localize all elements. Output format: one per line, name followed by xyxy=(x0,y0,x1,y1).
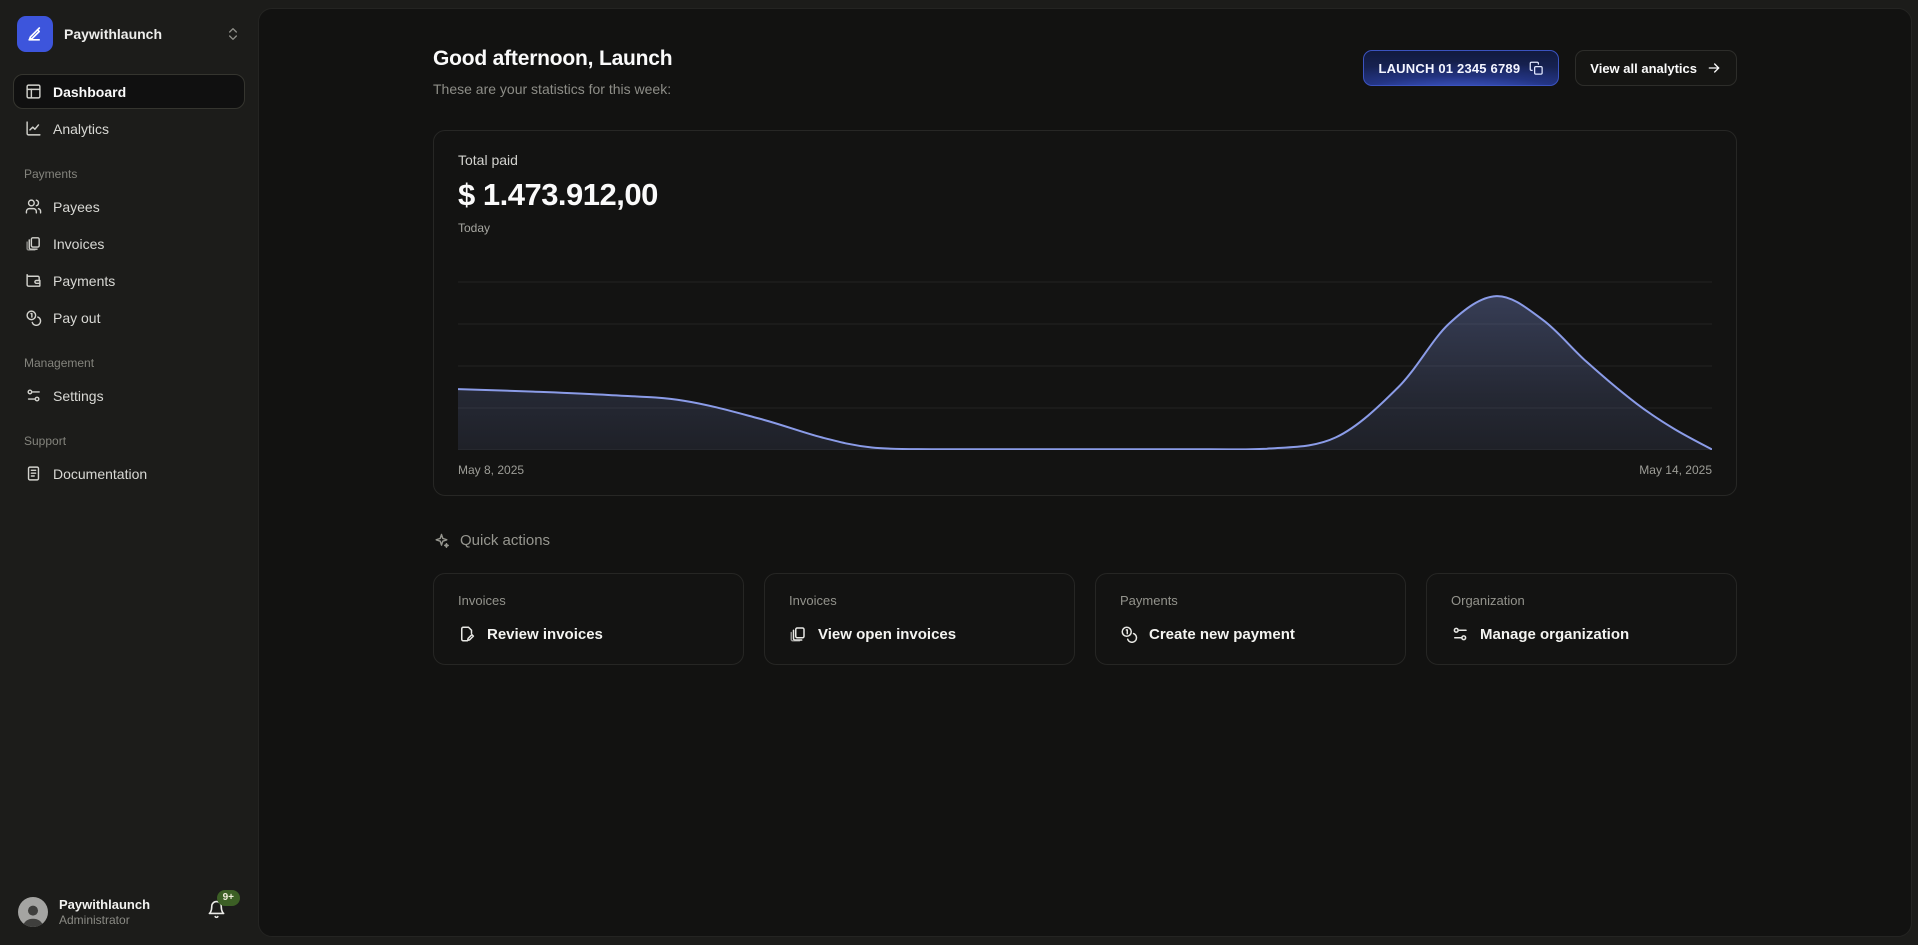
file-pen-icon xyxy=(458,625,476,643)
chart-date-axis: May 8, 2025 May 14, 2025 xyxy=(458,463,1712,477)
users-icon xyxy=(25,198,42,215)
user-role: Administrator xyxy=(59,913,150,927)
sidebar-item-payments[interactable]: Payments xyxy=(13,263,245,298)
sidebar-item-analytics[interactable]: Analytics xyxy=(13,111,245,146)
wallet-icon xyxy=(25,272,42,289)
page-title: Good afternoon, Launch xyxy=(433,47,672,71)
sidebar-item-documentation[interactable]: Documentation xyxy=(13,456,245,491)
chart-area xyxy=(458,296,1712,450)
sidebar-item-label: Invoices xyxy=(53,236,104,252)
quick-action-label: Manage organization xyxy=(1480,626,1629,643)
account-number-button[interactable]: LAUNCH 01 2345 6789 xyxy=(1363,50,1559,86)
sliders-icon xyxy=(25,387,42,404)
page-subtitle: These are your statistics for this week: xyxy=(433,81,672,97)
quick-action-label: Review invoices xyxy=(487,626,603,643)
sidebar-item-label: Payees xyxy=(53,199,100,215)
sidebar-management-nav: Settings xyxy=(13,378,245,413)
chart-end-date: May 14, 2025 xyxy=(1639,463,1712,477)
quick-actions-grid: Invoices Review invoices Invoices View o… xyxy=(433,573,1737,665)
arrow-right-icon xyxy=(1706,60,1722,76)
page-header: Good afternoon, Launch These are your st… xyxy=(433,47,1737,97)
launch-logo-icon xyxy=(17,16,53,52)
coins-icon xyxy=(25,309,42,326)
sidebar-support-nav: Documentation xyxy=(13,456,245,491)
sidebar-item-invoices[interactable]: Invoices xyxy=(13,226,245,261)
dashboard-icon xyxy=(25,83,42,100)
stacked-pages-icon xyxy=(25,235,42,252)
view-all-analytics-label: View all analytics xyxy=(1590,61,1697,76)
quick-actions-section: Quick actions Invoices Review invoices I… xyxy=(433,532,1737,665)
sidebar-item-dashboard[interactable]: Dashboard xyxy=(13,74,245,109)
workspace-switcher[interactable]: Paywithlaunch xyxy=(13,12,245,56)
document-icon xyxy=(25,465,42,482)
stacked-pages-icon xyxy=(789,625,807,643)
sidebar-section-management: Management xyxy=(24,356,234,370)
total-paid-chart xyxy=(458,240,1712,450)
sidebar-payments-nav: Payees Invoices Payments Pay out xyxy=(13,189,245,335)
main-area: Good afternoon, Launch These are your st… xyxy=(258,0,1918,945)
workspace-name: Paywithlaunch xyxy=(64,26,162,42)
sidebar-item-payees[interactable]: Payees xyxy=(13,189,245,224)
notifications-button[interactable]: 9+ xyxy=(207,900,226,924)
total-paid-period: Today xyxy=(458,221,1712,235)
total-paid-card: Total paid $ 1.473.912,00 Today xyxy=(433,130,1737,496)
sparkles-icon xyxy=(433,532,450,549)
quick-actions-title: Quick actions xyxy=(460,532,550,549)
quick-action-create-new-payment[interactable]: Payments Create new payment xyxy=(1095,573,1406,665)
sidebar-section-support: Support xyxy=(24,434,234,448)
quick-action-category: Invoices xyxy=(458,593,719,608)
copy-icon xyxy=(1529,61,1544,76)
avatar xyxy=(18,897,48,927)
quick-action-category: Payments xyxy=(1120,593,1381,608)
header-actions: LAUNCH 01 2345 6789 View all analytics xyxy=(1363,50,1737,86)
user-meta: Paywithlaunch Administrator xyxy=(59,897,150,927)
total-paid-amount: $ 1.473.912,00 xyxy=(458,177,1712,213)
quick-action-category: Invoices xyxy=(789,593,1050,608)
quick-action-manage-organization[interactable]: Organization Manage organization xyxy=(1426,573,1737,665)
total-paid-title: Total paid xyxy=(458,152,1712,168)
notification-badge: 9+ xyxy=(217,890,240,906)
user-name: Paywithlaunch xyxy=(59,897,150,912)
account-number-label: LAUNCH 01 2345 6789 xyxy=(1378,61,1520,76)
coins-icon xyxy=(1120,625,1138,643)
quick-action-category: Organization xyxy=(1451,593,1712,608)
quick-action-label: View open invoices xyxy=(818,626,956,643)
quick-action-review-invoices[interactable]: Invoices Review invoices xyxy=(433,573,744,665)
sidebar-main-nav: Dashboard Analytics xyxy=(13,74,245,146)
sidebar: Paywithlaunch Dashboard Analytics Paymen… xyxy=(0,0,258,945)
sidebar-section-payments: Payments xyxy=(24,167,234,181)
sliders-icon xyxy=(1451,625,1469,643)
sidebar-item-label: Payments xyxy=(53,273,115,289)
sidebar-item-label: Analytics xyxy=(53,121,109,137)
chevrons-up-down-icon xyxy=(225,26,241,42)
sidebar-item-pay-out[interactable]: Pay out xyxy=(13,300,245,335)
sidebar-item-settings[interactable]: Settings xyxy=(13,378,245,413)
view-all-analytics-button[interactable]: View all analytics xyxy=(1575,50,1737,86)
sidebar-item-label: Dashboard xyxy=(53,84,126,100)
line-chart-icon xyxy=(25,120,42,137)
sidebar-item-label: Settings xyxy=(53,388,104,404)
sidebar-item-label: Documentation xyxy=(53,466,147,482)
quick-action-view-open-invoices[interactable]: Invoices View open invoices xyxy=(764,573,1075,665)
quick-actions-header: Quick actions xyxy=(433,532,1737,549)
chart-start-date: May 8, 2025 xyxy=(458,463,524,477)
user-menu[interactable]: Paywithlaunch Administrator 9+ xyxy=(13,895,245,929)
main-panel: Good afternoon, Launch These are your st… xyxy=(258,8,1912,937)
quick-action-label: Create new payment xyxy=(1149,626,1295,643)
sidebar-item-label: Pay out xyxy=(53,310,100,326)
greeting-block: Good afternoon, Launch These are your st… xyxy=(433,47,672,97)
